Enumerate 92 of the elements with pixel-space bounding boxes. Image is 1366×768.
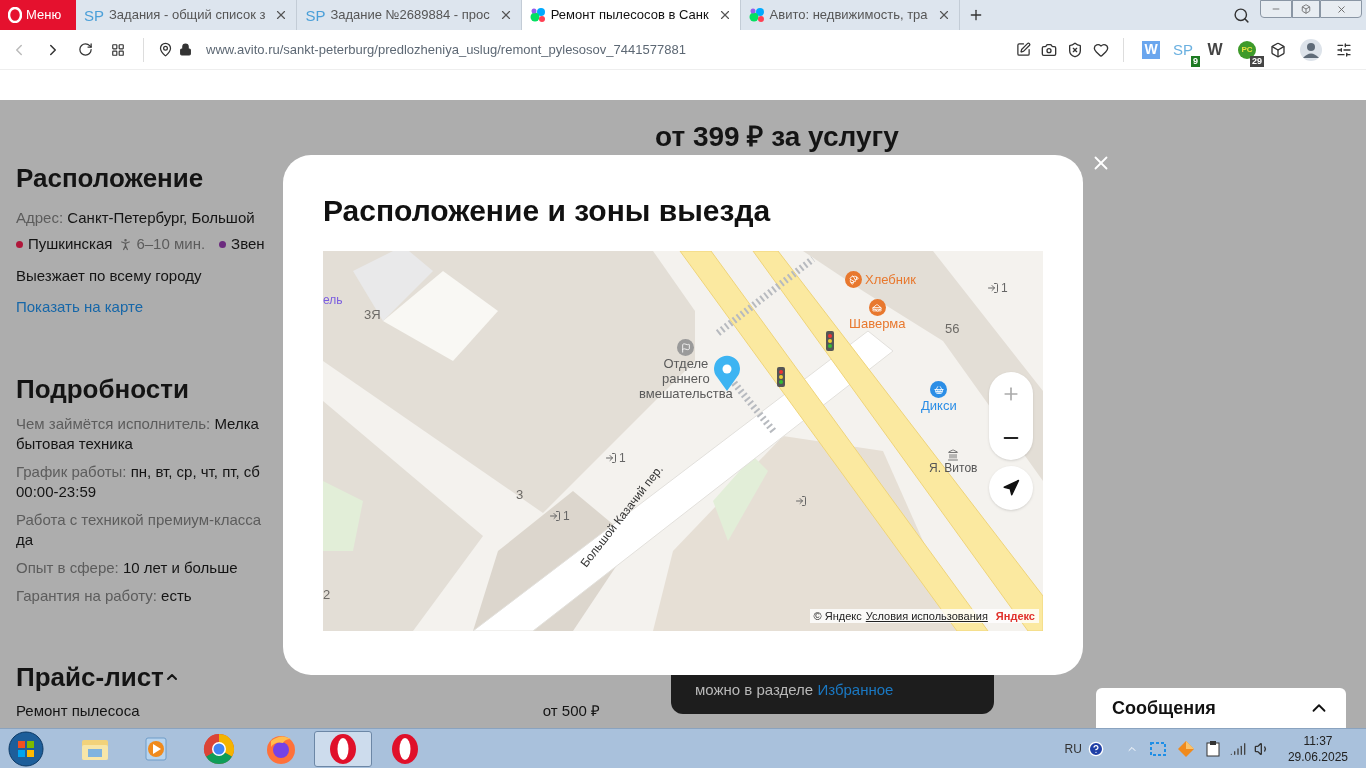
- navigation-arrow-icon: [1002, 479, 1020, 497]
- browser-tab[interactable]: Ремонт пылесосов в Санк: [521, 0, 741, 30]
- service-name: Ремонт пылесоса: [16, 701, 140, 721]
- reload-icon[interactable]: [78, 42, 93, 57]
- cube-icon[interactable]: [1270, 41, 1286, 58]
- favorites-link[interactable]: Избранное: [817, 681, 894, 698]
- close-window-button[interactable]: [1320, 0, 1362, 18]
- restore-button[interactable]: [1292, 0, 1320, 18]
- detail-text: График работы: пн, вт, ср, чт, пт, сб: [16, 462, 260, 482]
- metro-station: Звен: [231, 234, 265, 254]
- poi-icon: [868, 299, 886, 316]
- extension-icon[interactable]: W: [1207, 37, 1223, 62]
- entrance-number: 1: [619, 451, 626, 465]
- section-heading: Расположение: [16, 162, 204, 194]
- chrome-browser-icon[interactable]: [203, 732, 235, 765]
- map-place-label: ель: [323, 293, 343, 308]
- map-place-label: Я. Витов: [929, 461, 978, 476]
- search-icon[interactable]: [1233, 6, 1250, 24]
- section-heading: Подробности: [16, 373, 189, 405]
- detail-text: Работа с техникой премиум-класса: [16, 510, 262, 530]
- sp-logo-icon: SP: [305, 7, 326, 23]
- house-number: 56: [945, 321, 960, 337]
- map-provider-logo: Яндекс: [995, 609, 1035, 623]
- detail-value: да: [16, 530, 34, 550]
- grid-icon[interactable]: [111, 42, 125, 57]
- location-icon[interactable]: [158, 42, 173, 57]
- colored-dots-icon: [748, 7, 765, 23]
- tab-title: Ремонт пылесосов в Санк: [550, 6, 709, 25]
- entrance-icon: [605, 452, 617, 464]
- colored-dots-icon: [529, 7, 546, 23]
- messages-title: Сообщения: [1112, 696, 1216, 720]
- close-icon: [1335, 3, 1347, 15]
- house-number: 3: [516, 487, 524, 503]
- tab-title: Задание №2689884 - прос: [330, 6, 490, 25]
- help-icon[interactable]: [1087, 740, 1104, 757]
- tab-title: Задания - общий список з: [109, 6, 266, 25]
- settings-icon[interactable]: [1336, 41, 1352, 58]
- entrance-icon: [795, 495, 807, 507]
- travel-note: Выезжает по всему городу: [16, 266, 202, 286]
- poi-label[interactable]: Отделе раннего вмешательства: [639, 356, 733, 401]
- opera-browser-icon[interactable]: [390, 732, 420, 765]
- taskbar-app[interactable]: [314, 730, 372, 767]
- traffic-light-icon: [826, 331, 834, 351]
- messages-panel[interactable]: Сообщения: [1096, 688, 1346, 728]
- walk-time: 6–10 мин.: [136, 234, 206, 254]
- minimize-button[interactable]: [1260, 0, 1292, 18]
- location-pin-icon: [714, 355, 740, 391]
- start-orb-icon[interactable]: [8, 730, 44, 767]
- avatar-icon[interactable]: [1300, 38, 1322, 61]
- traffic-light-icon: [777, 367, 785, 387]
- entrance-number: 1: [563, 509, 570, 523]
- edit-icon[interactable]: [1016, 42, 1031, 57]
- poi-label[interactable]: Дикси: [921, 398, 957, 413]
- detail-text: Чем займётся исполнитель: Мелка: [16, 414, 259, 434]
- house-number: 2: [323, 587, 331, 603]
- poi-icon: [930, 381, 948, 398]
- heart-icon[interactable]: [1093, 41, 1109, 58]
- section-heading: Прайс-лист: [16, 661, 164, 693]
- menu-button[interactable]: Меню: [0, 0, 76, 30]
- detail-text: Гарантия на работу: есть: [16, 586, 192, 606]
- entrance-icon: [549, 510, 561, 522]
- clock-time: 11:37: [1303, 732, 1333, 749]
- opera-logo-icon: [8, 7, 22, 23]
- detail-value: 00:00-23:59: [16, 482, 97, 502]
- monument-icon: [947, 449, 960, 461]
- opera-browser-icon[interactable]: [328, 732, 358, 765]
- tab-title: Авито: недвижимость, тра: [769, 6, 928, 25]
- lock-icon[interactable]: [179, 43, 192, 56]
- language-indicator[interactable]: RU: [1064, 739, 1082, 758]
- count-badge: 9: [1191, 55, 1200, 67]
- detail-value: бытовая техника: [16, 434, 133, 454]
- address-text: Адрес: Санкт-Петербург, Большой: [16, 208, 255, 228]
- entrance-number: 1: [1001, 281, 1008, 295]
- house-number: 3Я: [364, 307, 381, 323]
- count-badge: 29: [1250, 55, 1264, 67]
- service-price: от 500 ₽: [542, 701, 600, 721]
- sp-logo-icon: SP: [84, 7, 104, 23]
- clipboard-icon[interactable]: [1205, 740, 1220, 757]
- shield-icon[interactable]: [1067, 41, 1083, 58]
- terms-link[interactable]: Условия использования: [865, 609, 988, 623]
- locate-button[interactable]: [989, 466, 1033, 510]
- entrance-icon: [987, 282, 999, 294]
- camera-icon[interactable]: [1041, 41, 1057, 58]
- signal-icon[interactable]: [1229, 740, 1246, 757]
- clock-date: 29.06.2025: [1287, 748, 1348, 765]
- metro-station: Пушкинская: [28, 234, 113, 254]
- url-field[interactable]: www.avito.ru/sankt-peterburg/predlozheniya_uslug/remont_pylesosov_7441577881: [206, 39, 686, 60]
- copyright-text: © Яндекс: [813, 609, 862, 623]
- toast-text: можно в разделе: [695, 681, 815, 698]
- price-heading: от 399 ₽ за услугу: [655, 120, 900, 154]
- detail-text: Опыт в сфере: 10 лет и больше: [16, 558, 238, 578]
- modal-title: Расположение и зоны выезда: [323, 193, 772, 229]
